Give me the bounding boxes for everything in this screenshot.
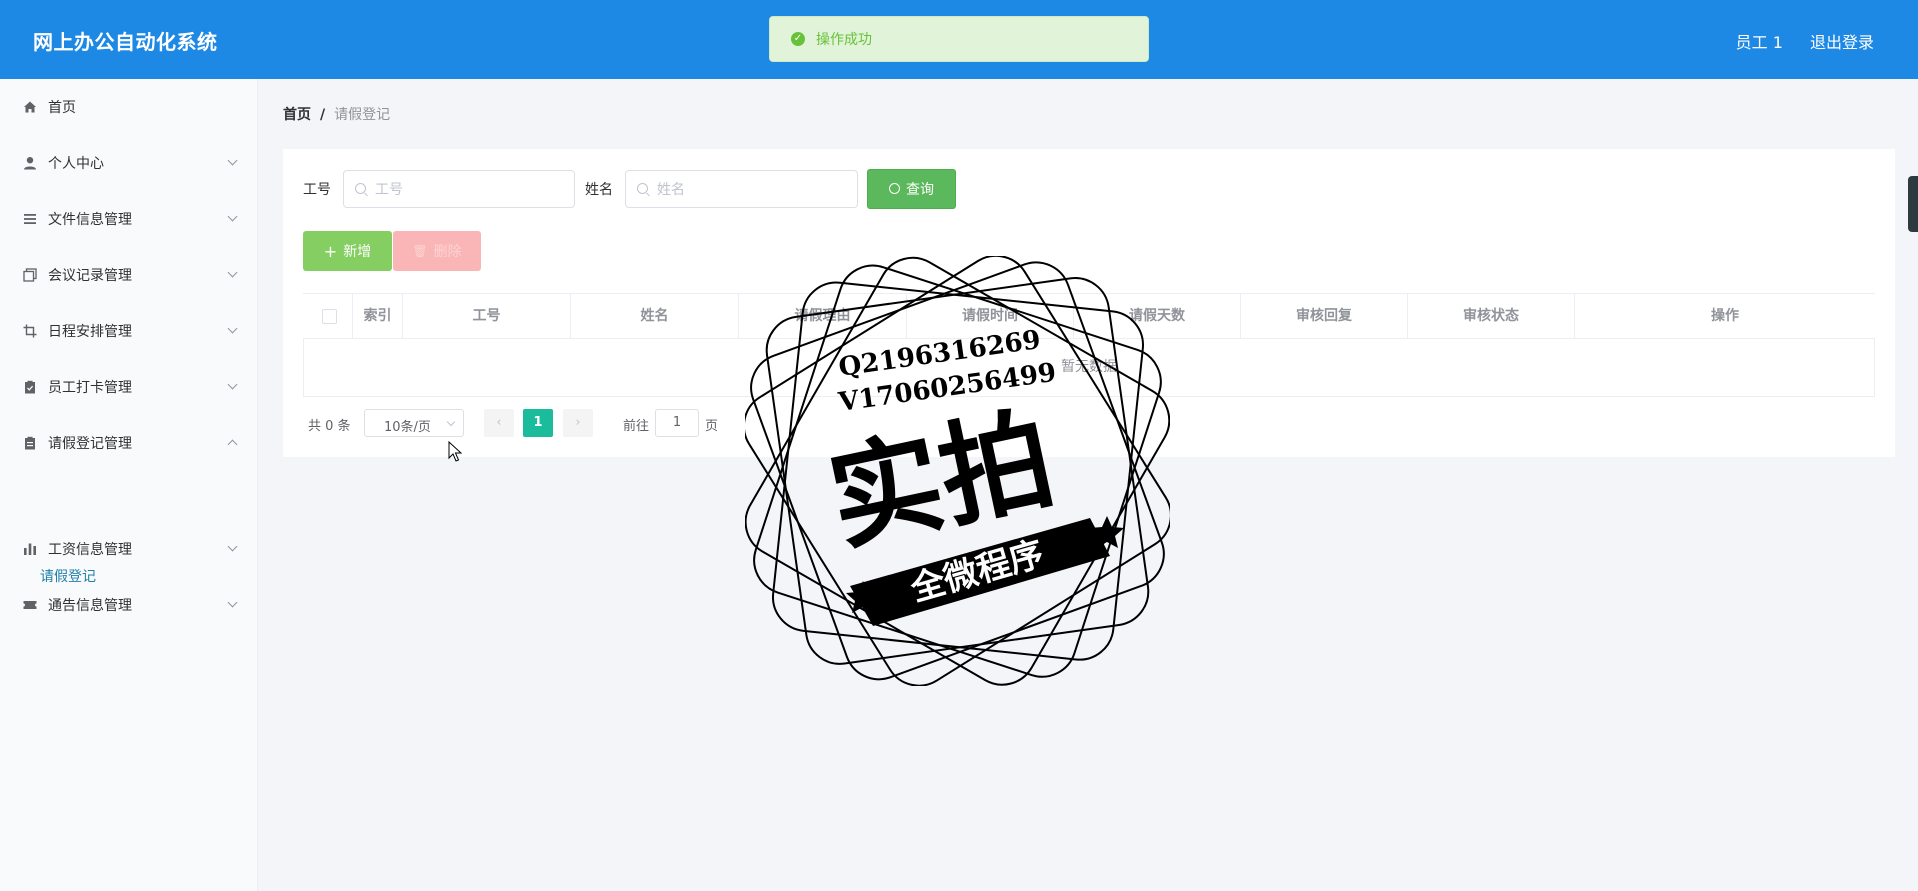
document-icon — [23, 436, 37, 450]
goto-page-input[interactable]: 1 — [655, 409, 699, 437]
toast-message: 操作成功 — [816, 32, 872, 48]
logout-link[interactable]: 退出登录 — [1810, 33, 1874, 52]
sidebar-item-schedule[interactable]: 日程安排管理 — [0, 311, 257, 351]
prev-page-button[interactable]: ‹ — [484, 409, 514, 437]
chevron-down-icon — [227, 323, 238, 334]
sidebar-item-files[interactable]: 文件信息管理 — [0, 199, 257, 239]
select-all-checkbox[interactable] — [322, 309, 337, 324]
query-button[interactable]: 查询 — [867, 169, 956, 209]
search-icon — [355, 183, 366, 194]
plus-icon: + — [323, 241, 338, 261]
chevron-up-icon — [227, 439, 238, 450]
sidebar-item-label: 通告信息管理 — [48, 598, 132, 614]
sidebar-item-leave[interactable]: 请假登记管理 — [0, 423, 257, 463]
chevron-down-icon — [227, 155, 238, 166]
add-button[interactable]: + 新增 — [303, 231, 392, 271]
sidebar-item-label: 首页 — [48, 100, 76, 116]
mouse-cursor-icon — [448, 441, 462, 462]
ticket-icon — [23, 598, 37, 612]
sidebar-item-label: 日程安排管理 — [48, 324, 132, 340]
sidebar-subitem-leave-register[interactable]: 请假登记 — [40, 566, 96, 586]
column-header[interactable]: 姓名 — [571, 294, 739, 338]
sidebar: 首页 个人中心 文件信息管理 会议记录管理 日程安排管理 员工打卡管理 请假登记… — [0, 79, 258, 891]
column-header[interactable]: 审核回复 — [1241, 294, 1408, 338]
search-icon — [889, 182, 900, 194]
user-name[interactable]: 员工 1 — [1736, 33, 1783, 52]
employee-id-label: 工号 — [303, 182, 331, 198]
select-all-cell — [303, 294, 353, 338]
search-icon — [637, 183, 648, 194]
breadcrumb-current: 请假登记 — [334, 107, 391, 123]
column-header[interactable]: 审核状态 — [1408, 294, 1575, 338]
chevron-down-icon — [227, 541, 238, 552]
sidebar-item-personal[interactable]: 个人中心 — [0, 143, 257, 183]
chevron-down-icon — [227, 379, 238, 390]
delete-button-label: 删除 — [433, 244, 462, 260]
name-input[interactable] — [655, 171, 854, 209]
trash-icon: 🗑 — [412, 244, 428, 258]
user-icon — [23, 156, 37, 170]
delete-button[interactable]: 🗑 删除 — [393, 231, 481, 271]
page-size-value: 10条/页 — [384, 420, 431, 435]
column-header[interactable]: 工号 — [403, 294, 571, 338]
chevron-down-icon — [446, 417, 456, 427]
sidebar-item-attendance[interactable]: 员工打卡管理 — [0, 367, 257, 407]
breadcrumb: 首页 / 请假登记 — [283, 104, 390, 124]
breadcrumb-separator: / — [320, 107, 326, 123]
page-size-select[interactable]: 10条/页 — [364, 409, 464, 437]
side-toolbar-handle[interactable] — [1908, 176, 1918, 232]
check-circle-icon: ✓ — [791, 32, 805, 46]
name-label: 姓名 — [585, 182, 613, 198]
sidebar-item-label: 文件信息管理 — [48, 212, 132, 228]
query-button-label: 查询 — [906, 182, 934, 198]
sidebar-item-label: 个人中心 — [48, 156, 104, 172]
page-unit-label: 页 — [705, 419, 719, 434]
chevron-down-icon — [227, 267, 238, 278]
sidebar-item-home[interactable]: 首页 — [0, 87, 257, 127]
chevron-down-icon — [227, 597, 238, 608]
add-button-label: 新增 — [343, 244, 372, 260]
goto-label: 前往 — [623, 419, 650, 434]
watermark-stamp: Q2196316269 V17060256499 实拍 全微程序 — [745, 256, 1170, 686]
next-page-button[interactable]: › — [563, 409, 593, 437]
sidebar-item-label: 请假登记管理 — [48, 436, 132, 452]
clipboard-icon — [23, 380, 37, 394]
employee-id-input[interactable] — [373, 171, 571, 209]
sidebar-item-notices[interactable]: 通告信息管理 — [0, 585, 257, 625]
breadcrumb-home[interactable]: 首页 — [283, 107, 311, 123]
crop-icon — [23, 324, 37, 338]
app-title: 网上办公自动化系统 — [33, 30, 218, 54]
column-header: 操作 — [1711, 308, 1739, 324]
list-icon — [23, 212, 37, 226]
header-user-area: 员工 1 退出登录 — [1714, 29, 1874, 53]
sidebar-item-salary[interactable]: 工资信息管理 — [0, 529, 257, 569]
home-icon — [23, 100, 37, 114]
bar-chart-icon — [23, 542, 37, 556]
sidebar-item-label: 工资信息管理 — [48, 542, 132, 558]
success-toast: ✓ 操作成功 — [769, 16, 1149, 62]
page-number-current[interactable]: 1 — [523, 409, 553, 437]
sidebar-item-label: 员工打卡管理 — [48, 380, 132, 396]
copy-icon — [23, 268, 37, 282]
name-input-box[interactable] — [625, 170, 858, 209]
chevron-down-icon — [227, 211, 238, 222]
pagination-total: 共 0 条 — [308, 419, 351, 434]
sidebar-item-label: 会议记录管理 — [48, 268, 132, 284]
column-header[interactable]: 索引 — [353, 294, 403, 338]
employee-id-input-box[interactable] — [343, 170, 575, 209]
sidebar-item-meetings[interactable]: 会议记录管理 — [0, 255, 257, 295]
